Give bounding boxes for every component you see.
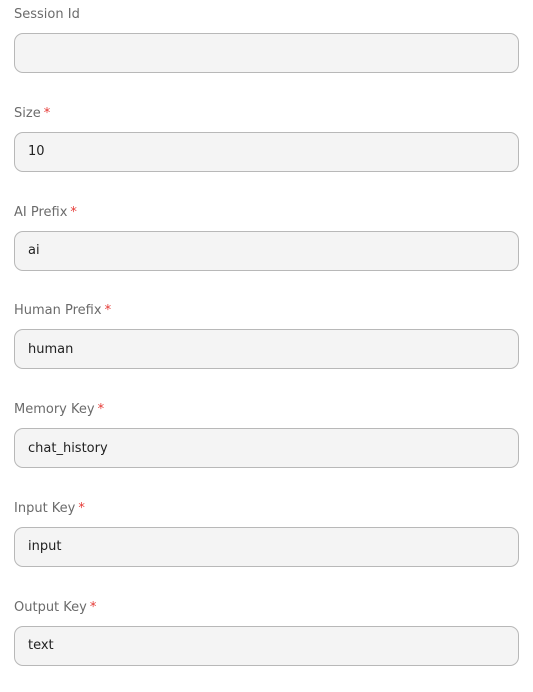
memory-key-input[interactable] xyxy=(14,428,519,469)
ai-prefix-label-text: AI Prefix xyxy=(14,204,68,220)
input-key-field: Input Key * xyxy=(14,494,519,593)
input-key-label: Input Key * xyxy=(14,500,85,518)
session-id-label-text: Session Id xyxy=(14,7,80,22)
ai-prefix-field: AI Prefix * xyxy=(14,198,519,297)
required-asterisk: * xyxy=(89,599,97,615)
human-prefix-field: Human Prefix * xyxy=(14,296,519,395)
output-key-label-text: Output Key xyxy=(14,599,87,615)
human-prefix-label-text: Human Prefix xyxy=(14,303,102,319)
required-asterisk: * xyxy=(97,402,105,418)
memory-key-field: Memory Key * xyxy=(14,395,519,494)
human-prefix-label: Human Prefix * xyxy=(14,302,111,320)
required-asterisk: * xyxy=(70,204,77,220)
required-asterisk: * xyxy=(43,105,51,121)
session-id-input[interactable] xyxy=(14,33,519,73)
session-id-label: Session Id xyxy=(14,6,80,24)
size-label: Size * xyxy=(14,105,50,123)
size-field: Size * xyxy=(14,99,519,198)
ai-prefix-label: AI Prefix * xyxy=(14,204,77,222)
size-input[interactable] xyxy=(14,131,519,172)
size-label-text: Size xyxy=(14,105,41,121)
input-key-input[interactable] xyxy=(14,526,519,567)
input-key-label-text: Input Key xyxy=(14,500,76,516)
memory-settings-form: Session Id Size* AI Prefix* Human Prefix… xyxy=(14,0,519,692)
memory-key-label: Memory Key * xyxy=(14,401,104,419)
ai-prefix-input[interactable] xyxy=(14,230,519,271)
output-key-label: Output Key * xyxy=(14,599,96,617)
required-asterisk: * xyxy=(104,303,112,319)
session-id-field: Session Id xyxy=(14,0,519,99)
required-asterisk: * xyxy=(78,500,85,516)
output-key-input[interactable] xyxy=(14,625,519,666)
memory-key-label-text: Memory Key xyxy=(14,402,95,418)
human-prefix-input[interactable] xyxy=(14,329,519,370)
